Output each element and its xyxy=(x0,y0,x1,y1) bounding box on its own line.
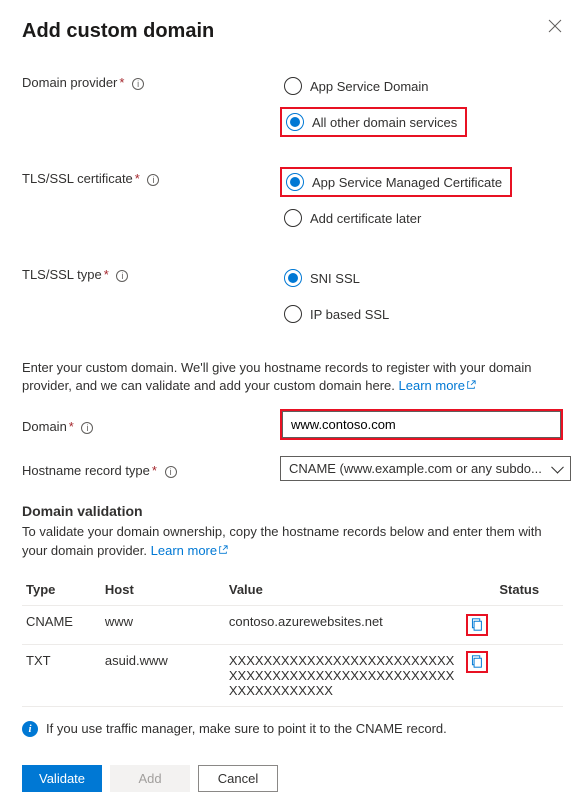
info-icon[interactable]: i xyxy=(165,466,177,478)
validate-button[interactable]: Validate xyxy=(22,765,102,792)
copy-button[interactable] xyxy=(466,614,488,636)
table-header-status: Status xyxy=(495,574,563,606)
table-header-type: Type xyxy=(22,574,101,606)
radio-icon xyxy=(284,269,302,287)
copy-button[interactable] xyxy=(466,651,488,673)
learn-more-link[interactable]: Learn more xyxy=(399,378,476,393)
close-icon[interactable] xyxy=(547,18,563,34)
domain-provider-label: Domain provider* i xyxy=(22,71,280,90)
domain-validation-heading: Domain validation xyxy=(22,503,563,519)
radio-all-other-domain[interactable]: All other domain services xyxy=(280,107,467,137)
table-header-host: Host xyxy=(101,574,225,606)
info-icon[interactable]: i xyxy=(132,78,144,90)
cancel-button[interactable]: Cancel xyxy=(198,765,278,792)
radio-managed-certificate[interactable]: App Service Managed Certificate xyxy=(280,167,512,197)
domain-input[interactable] xyxy=(282,411,561,438)
add-button: Add xyxy=(110,765,190,792)
info-note: i If you use traffic manager, make sure … xyxy=(22,721,563,737)
radio-add-certificate-later[interactable]: Add certificate later xyxy=(280,203,563,233)
radio-icon xyxy=(284,305,302,323)
radio-icon xyxy=(286,113,304,131)
external-link-icon xyxy=(218,542,228,552)
radio-ip-based-ssl[interactable]: IP based SSL xyxy=(280,299,563,329)
radio-icon xyxy=(284,209,302,227)
radio-icon xyxy=(286,173,304,191)
table-header-value: Value xyxy=(225,574,462,606)
domain-label: Domain* i xyxy=(22,415,280,434)
radio-sni-ssl[interactable]: SNI SSL xyxy=(280,263,563,293)
hostname-record-type-select[interactable]: CNAME (www.example.com or any subdo... xyxy=(280,456,571,481)
info-icon[interactable]: i xyxy=(116,270,128,282)
dialog-title: Add custom domain xyxy=(22,20,563,43)
info-icon: i xyxy=(22,721,38,737)
hostname-records-table: Type Host Value Status CNAME www contoso… xyxy=(22,574,563,707)
domain-description: Enter your custom domain. We'll give you… xyxy=(22,359,563,395)
tls-type-label: TLS/SSL type* i xyxy=(22,263,280,282)
tls-certificate-label: TLS/SSL certificate* i xyxy=(22,167,280,186)
external-link-icon xyxy=(466,377,476,387)
radio-app-service-domain[interactable]: App Service Domain xyxy=(280,71,563,101)
info-icon[interactable]: i xyxy=(81,422,93,434)
learn-more-link[interactable]: Learn more xyxy=(151,543,228,558)
table-row: CNAME www contoso.azurewebsites.net xyxy=(22,605,563,644)
table-row: TXT asuid.www XXXXXXXXXXXXXXXXXXXXXXXXXX… xyxy=(22,644,563,706)
radio-icon xyxy=(284,77,302,95)
hostname-record-type-label: Hostname record type* i xyxy=(22,459,280,478)
info-icon[interactable]: i xyxy=(147,174,159,186)
domain-validation-description: To validate your domain ownership, copy … xyxy=(22,523,563,559)
